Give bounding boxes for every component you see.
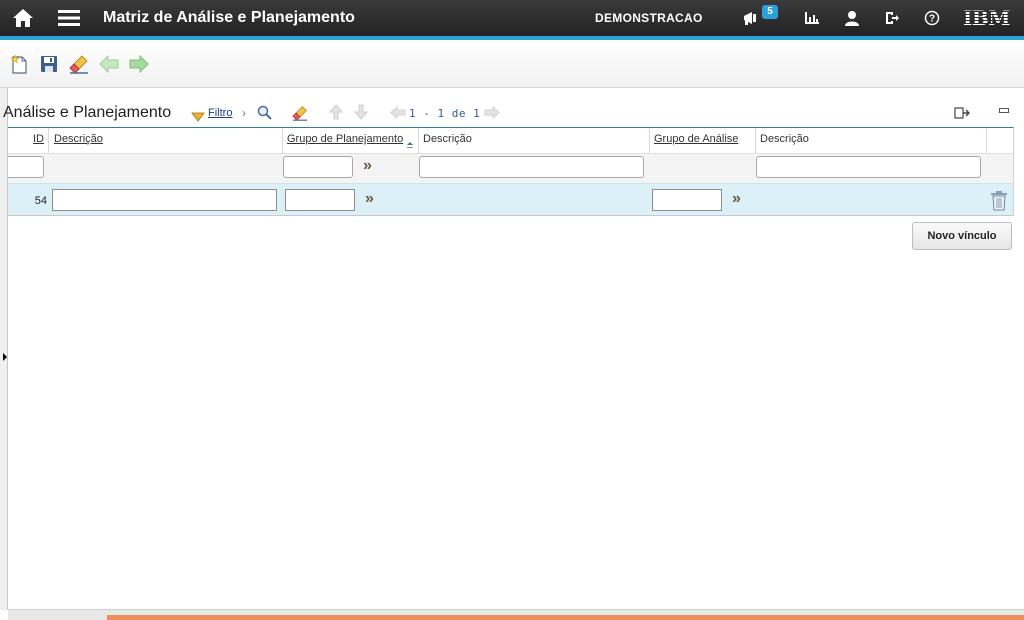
column-header-descricao-planejamento: Descrição: [423, 133, 472, 145]
row-grupo-analise-input[interactable]: [652, 189, 722, 211]
lookup-chevron-icon[interactable]: »: [363, 157, 372, 175]
row-grupo-planejamento-input[interactable]: [285, 189, 355, 211]
section-title: Análise e Planejamento: [3, 104, 172, 121]
column-divider: [755, 128, 756, 153]
filter-id-input[interactable]: [8, 156, 44, 178]
column-divider: [48, 128, 49, 153]
megaphone-icon[interactable]: [740, 0, 762, 36]
svg-text:?: ?: [929, 14, 935, 25]
side-panel-toggle[interactable]: [0, 88, 8, 610]
column-header-grupo-planejamento[interactable]: Grupo de Planejamento: [287, 133, 403, 145]
page-title: Matriz de Análise e Planejamento: [103, 9, 355, 26]
column-header-descricao[interactable]: Descrição: [54, 133, 103, 145]
arrow-down-icon[interactable]: [353, 104, 369, 125]
save-icon[interactable]: [38, 53, 60, 75]
previous-arrow-icon[interactable]: [98, 53, 120, 75]
column-divider: [418, 128, 419, 153]
pagination-info: 1 - 1 de 1: [409, 107, 481, 120]
bottom-accent-line: [107, 615, 1024, 620]
delete-trash-icon[interactable]: [990, 190, 1008, 216]
user-name[interactable]: DEMONSTRACAO: [595, 11, 703, 25]
help-icon[interactable]: ?: [921, 0, 943, 36]
expand-arrow-icon[interactable]: [3, 353, 7, 361]
download-icon[interactable]: [954, 106, 970, 125]
home-icon[interactable]: [10, 0, 36, 36]
page-next-icon[interactable]: [484, 105, 500, 124]
user-icon[interactable]: [841, 0, 863, 36]
column-divider: [649, 128, 650, 153]
filter-icon[interactable]: [191, 109, 205, 127]
chart-icon[interactable]: [801, 0, 823, 36]
column-divider: [282, 128, 283, 153]
lookup-chevron-icon[interactable]: »: [365, 190, 374, 208]
column-divider: [986, 128, 987, 153]
notification-badge: 5: [762, 5, 778, 19]
main-toolbar: [0, 40, 1024, 88]
column-header-id[interactable]: ID: [33, 133, 44, 145]
minimize-icon[interactable]: [999, 108, 1009, 113]
search-icon[interactable]: [257, 105, 273, 126]
chevron-right-icon[interactable]: ›: [242, 106, 246, 120]
column-header-descricao-analise: Descrição: [760, 133, 809, 145]
arrow-up-icon[interactable]: [328, 104, 344, 125]
novo-vinculo-button[interactable]: Novo vínculo: [912, 222, 1012, 250]
clear-filter-icon[interactable]: [292, 105, 308, 126]
next-arrow-icon[interactable]: [128, 53, 150, 75]
top-navigation-bar: Matriz de Análise e Planejamento DEMONST…: [0, 0, 1024, 36]
page-previous-icon[interactable]: [390, 105, 406, 124]
column-header-grupo-analise[interactable]: Grupo de Análise: [654, 133, 738, 145]
ibm-logo: IBM: [963, 6, 1010, 30]
row-id: 54: [34, 195, 47, 207]
filter-descricao-analise-input[interactable]: [756, 156, 981, 178]
filter-link[interactable]: Filtro: [208, 107, 232, 119]
filter-grupo-planejamento-input[interactable]: [283, 156, 353, 178]
filter-descricao-planejamento-input[interactable]: [419, 156, 644, 178]
lookup-chevron-icon[interactable]: »: [732, 190, 741, 208]
signout-icon[interactable]: [881, 0, 903, 36]
menu-icon[interactable]: [56, 0, 82, 36]
clear-icon[interactable]: [68, 53, 90, 75]
row-descricao-input[interactable]: [52, 189, 277, 211]
new-record-icon[interactable]: [8, 53, 30, 75]
